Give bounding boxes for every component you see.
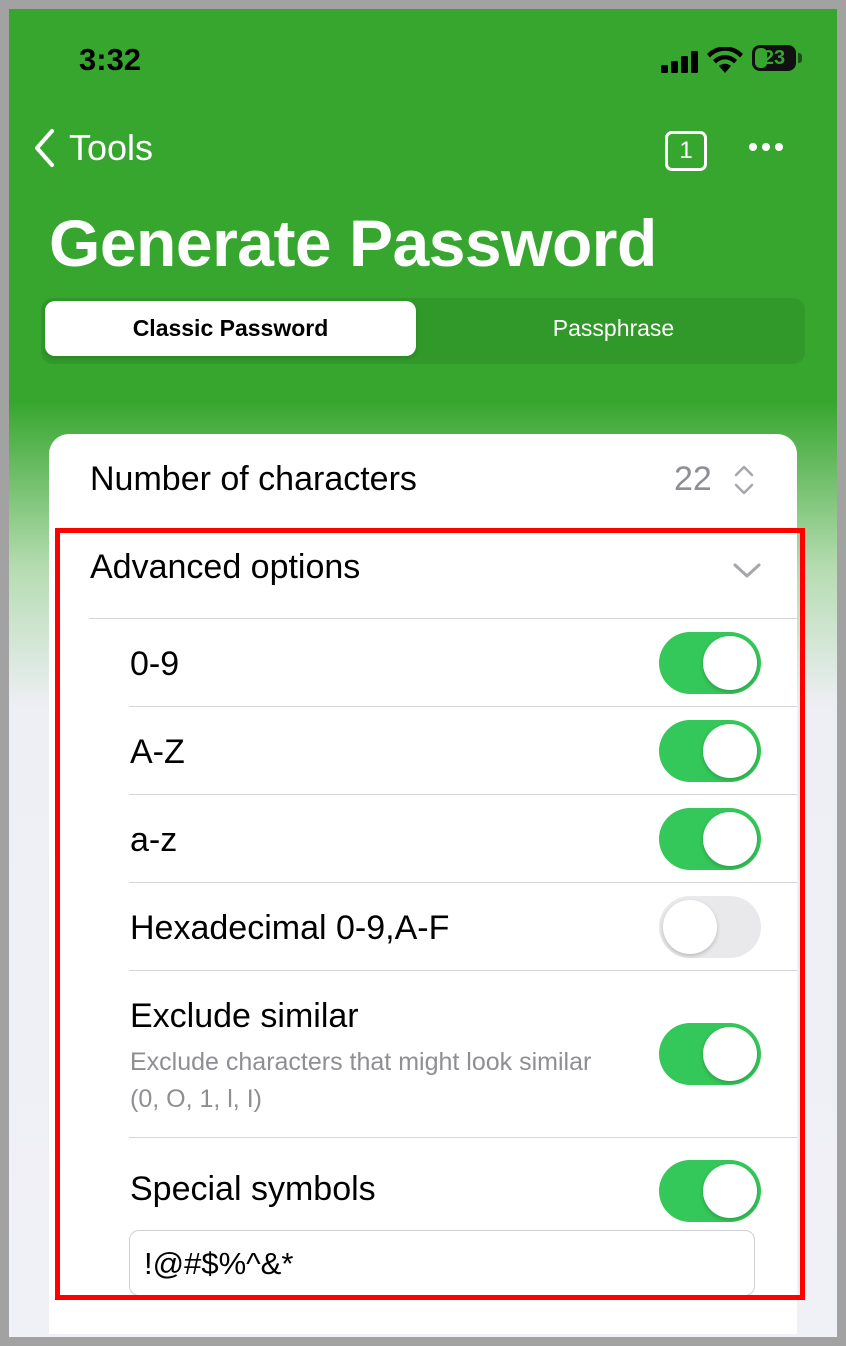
settings-card: Number of characters 22 Advanced options… [49, 434, 797, 1334]
segmented-control: Classic Password Passphrase [41, 298, 805, 364]
status-time: 3:32 [79, 42, 142, 77]
hexadecimal-toggle[interactable] [659, 896, 761, 958]
chevron-left-icon [35, 129, 54, 167]
phone-screen: 3:32 23 Tools 1 Generate Password Classi… [9, 9, 837, 1337]
number-of-characters-value[interactable]: 22 [674, 460, 712, 499]
battery-level: 23 [762, 47, 786, 69]
option-label: Hexadecimal 0-9,A-F [130, 909, 450, 947]
option-description: Exclude characters that might look simil… [130, 1048, 592, 1113]
cellular-signal-icon [661, 51, 698, 73]
back-button[interactable]: Tools [33, 127, 153, 169]
option-label: a-z [130, 821, 178, 859]
stepper-icon[interactable] [732, 463, 756, 497]
special-symbols-toggle[interactable] [659, 1160, 761, 1222]
exclude-similar-toggle[interactable] [659, 1023, 761, 1085]
tab-classic-password[interactable]: Classic Password [45, 301, 416, 356]
special-symbols-input[interactable]: !@#$%^&* [129, 1230, 755, 1296]
more-button[interactable] [749, 143, 783, 151]
advanced-options-row[interactable]: Advanced options [49, 522, 797, 610]
battery-icon: 23 [752, 45, 796, 71]
option-label: A-Z [130, 733, 185, 771]
option-row-lowercase: a-z [49, 795, 797, 883]
number-of-characters-label: Number of characters [90, 460, 417, 498]
option-row-special-symbols: Special symbols [49, 1138, 797, 1226]
advanced-options-label: Advanced options [90, 548, 361, 586]
chevron-down-icon[interactable] [732, 562, 762, 580]
uppercase-toggle[interactable] [659, 720, 761, 782]
tab-count-button[interactable]: 1 [665, 131, 707, 171]
digits-toggle[interactable] [659, 632, 761, 694]
ellipsis-icon [749, 143, 757, 151]
option-label: Special symbols [130, 1170, 376, 1208]
number-of-characters-row[interactable]: Number of characters 22 [49, 434, 797, 522]
wifi-icon [707, 47, 743, 73]
option-row-digits: 0-9 [49, 619, 797, 707]
option-row-hexadecimal: Hexadecimal 0-9,A-F [49, 883, 797, 971]
status-bar: 3:32 23 [9, 9, 837, 109]
option-row-uppercase: A-Z [49, 707, 797, 795]
tab-passphrase[interactable]: Passphrase [426, 301, 801, 356]
option-row-exclude-similar: Exclude similar Exclude characters that … [49, 971, 797, 1137]
lowercase-toggle[interactable] [659, 808, 761, 870]
page-title: Generate Password [49, 206, 657, 280]
back-label: Tools [69, 127, 154, 168]
option-label: Exclude similar [130, 997, 359, 1035]
battery-tip [798, 53, 802, 63]
option-label: 0-9 [130, 645, 180, 683]
